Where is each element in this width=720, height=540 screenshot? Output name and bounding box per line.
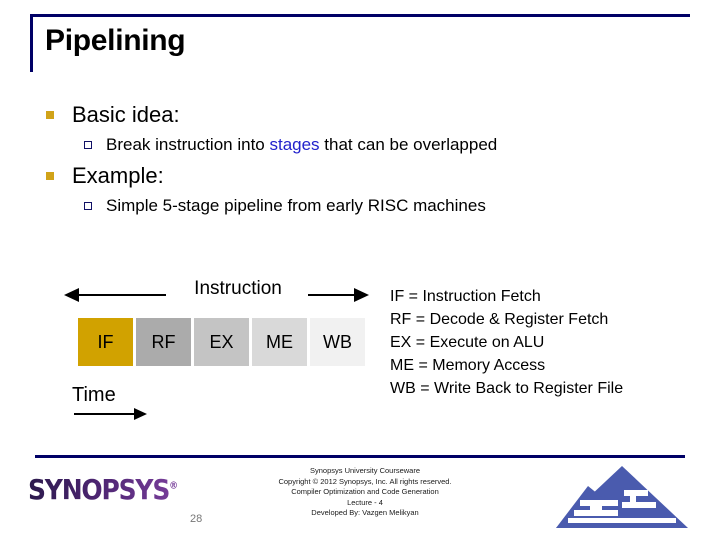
page-number: 28 [190, 513, 203, 525]
stage-legend: IF = Instruction Fetch RF = Decode & Reg… [390, 285, 623, 400]
mountain-logo-icon [556, 466, 688, 528]
legend-line: WB = Write Back to Register File [390, 380, 624, 397]
time-axis-line [74, 413, 136, 415]
pipeline-stage-me: ME [252, 318, 307, 366]
legend-line: EX = Execute on ALU [390, 334, 545, 351]
stage-label: RF [151, 331, 176, 352]
title-border-frame: Pipelining [30, 14, 690, 72]
pipeline-diagram: Instruction IF RF EX ME WB Time [60, 278, 380, 425]
registered-trademark-icon: ® [169, 480, 179, 492]
square-bullet-icon [46, 172, 54, 180]
bullet-level1: Basic idea: [40, 100, 690, 130]
footer-line: Developed By: Vazgen Melikyan [311, 508, 419, 517]
pipeline-stage-if: IF [78, 318, 133, 366]
synopsys-logo-text: SYNOPSYS [28, 473, 170, 506]
synopsys-logo: SYNOPSYS® [28, 473, 178, 505]
bullet-level2: Simple 5-stage pipeline from early RISC … [40, 193, 690, 219]
bullet-text: Simple 5-stage pipeline from early RISC … [106, 196, 486, 215]
bullet-level1: Example: [40, 161, 690, 191]
footer-line: Copyright © 2012 Synopsys, Inc. All righ… [278, 476, 452, 486]
slide-body: Basic idea: Break instruction into stage… [40, 100, 690, 222]
stage-label: IF [97, 331, 114, 352]
bullet-text: Basic idea: [72, 102, 180, 127]
university-mountain-logo [552, 462, 692, 534]
footer-line: Compiler Optimization and Code Generatio… [291, 487, 439, 496]
legend-line: RF = Decode & Register Fetch [390, 311, 609, 328]
bullet-text-post: that can be overlapped [319, 135, 498, 154]
hollow-square-bullet-icon [84, 202, 92, 210]
pipeline-stage-row: IF RF EX ME WB [78, 318, 368, 366]
time-axis-label: Time [72, 384, 116, 406]
footer-divider [35, 455, 685, 458]
page-title: Pipelining [45, 24, 186, 57]
pipeline-stage-ex: EX [194, 318, 249, 366]
footer-credits: Synopsys University Courseware Copyright… [230, 466, 500, 519]
pipeline-stage-wb: WB [310, 318, 365, 366]
footer-line: Lecture - 4 [347, 497, 383, 507]
legend-line: ME = Memory Access [390, 357, 546, 374]
legend-line: IF = Instruction Fetch [390, 288, 541, 305]
bullet-text-highlight: stages [269, 135, 320, 154]
pipeline-stage-rf: RF [136, 318, 191, 366]
footer-line: Synopsys University Courseware [309, 466, 421, 475]
hollow-square-bullet-icon [84, 141, 92, 149]
bullet-level2: Break instruction into stages that can b… [40, 132, 690, 158]
square-bullet-icon [46, 111, 54, 119]
bullet-text-pre: Break instruction into [106, 135, 270, 154]
bullet-text: Example: [72, 163, 164, 188]
stage-label: WB [323, 331, 352, 352]
arrow-right-icon [354, 288, 369, 302]
instruction-axis: Instruction [60, 278, 380, 310]
instruction-axis-label: Instruction [194, 278, 282, 299]
stage-label: ME [266, 331, 293, 352]
axis-line-right [308, 294, 356, 296]
arrow-left-icon [64, 288, 79, 302]
arrow-right-icon [134, 408, 147, 420]
stage-label: EX [209, 331, 234, 352]
axis-line-left [78, 294, 166, 296]
